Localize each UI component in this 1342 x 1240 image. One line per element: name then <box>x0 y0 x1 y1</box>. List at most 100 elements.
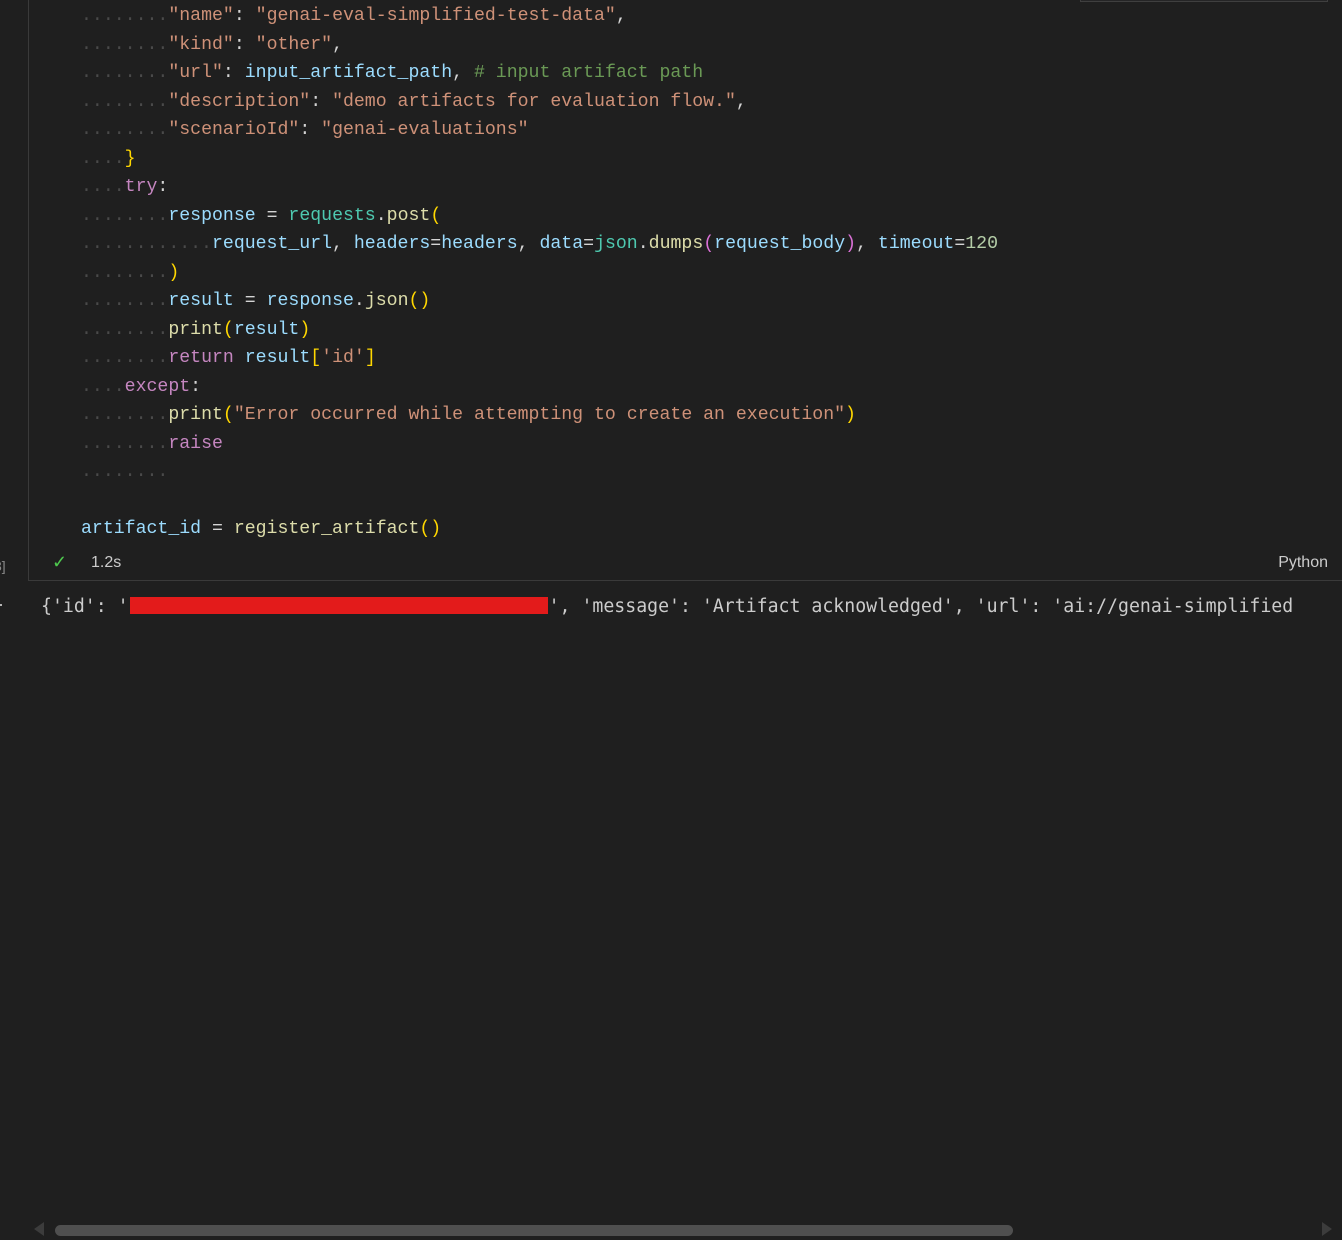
code-token: } <box>124 148 136 169</box>
code-token: , <box>517 234 540 254</box>
code-token: ) <box>168 262 180 283</box>
cell-output: · {'id': ' ', 'message': 'Artifact acknow… <box>0 582 1342 1236</box>
code-token: try <box>124 177 158 197</box>
code-token: except <box>124 376 191 397</box>
code-token: "other" <box>255 34 333 55</box>
code-token: : <box>299 120 322 140</box>
whitespace-marker: ........ <box>81 91 169 112</box>
code-token: timeout <box>877 234 955 254</box>
code-token: "description" <box>168 91 311 112</box>
code-token: ( <box>222 405 234 425</box>
code-token: = <box>583 234 595 254</box>
whitespace-marker: ........ <box>81 34 169 55</box>
whitespace-marker: ........ <box>81 120 169 140</box>
code-line: ........"name": "genai-eval-simplified-t… <box>81 2 998 31</box>
code-token: result <box>168 291 234 311</box>
code-line: ....try: <box>81 173 998 202</box>
find-widget-edge <box>1080 0 1328 2</box>
output-suffix: ', 'message': 'Artifact acknowledged', '… <box>548 596 1294 617</box>
code-token: "genai-eval-simplified-test-data" <box>255 6 616 26</box>
code-token: print <box>168 405 223 425</box>
code-token: request_body <box>714 234 846 254</box>
code-line: ........"url": input_artifact_path, # in… <box>81 59 998 88</box>
scroll-right-arrow-icon[interactable] <box>1322 1222 1332 1236</box>
code-token: , <box>332 34 343 55</box>
code-token: : <box>310 91 333 112</box>
code-token: 120 <box>965 234 998 254</box>
code-token: , <box>856 234 878 254</box>
whitespace-marker: ........ <box>81 262 169 283</box>
code-line: ............request_url, headers=headers… <box>81 230 998 259</box>
code-line: ....except: <box>81 373 998 402</box>
code-token: : <box>222 63 245 83</box>
code-token: raise <box>168 433 223 454</box>
code-token: ) <box>299 319 311 340</box>
code-line: ........"description": "demo artifacts f… <box>81 88 998 117</box>
code-token: "scenarioId" <box>168 120 300 140</box>
horizontal-scrollbar[interactable] <box>28 1220 1338 1240</box>
output-text: {'id': ' ', 'message': 'Artifact acknowle… <box>41 596 1293 617</box>
code-token: artifact_id <box>81 519 202 539</box>
code-token: data <box>539 234 584 254</box>
code-token: json <box>364 291 409 311</box>
whitespace-marker: ........ <box>81 205 169 226</box>
code-token: . <box>353 291 365 311</box>
scroll-left-arrow-icon[interactable] <box>34 1222 44 1236</box>
execution-time: 1.2s <box>91 554 122 571</box>
code-token: 'id' <box>321 348 365 368</box>
code-line: ........) <box>81 259 998 288</box>
code-token: return <box>168 348 234 368</box>
code-token: () <box>408 291 431 311</box>
cell-status-bar: ✓ 1.2s Python <box>28 549 1342 579</box>
code-token: dumps <box>648 234 704 254</box>
code-token: ) <box>845 234 857 254</box>
code-token: ] <box>364 348 376 368</box>
code-token: : <box>233 6 256 26</box>
whitespace-marker: ........ <box>81 462 169 482</box>
whitespace-marker: ........ <box>81 6 169 26</box>
code-token: result <box>233 319 300 340</box>
code-token: = <box>255 205 289 226</box>
code-editor[interactable]: ........"name": "genai-eval-simplified-t… <box>81 2 998 544</box>
code-token: requests <box>288 205 376 226</box>
code-line: ........"scenarioId": "genai-evaluations… <box>81 116 998 145</box>
code-token: ( <box>703 234 715 254</box>
whitespace-marker: .... <box>81 177 125 197</box>
code-token: "kind" <box>168 34 234 55</box>
whitespace-marker: ........ <box>81 405 169 425</box>
code-token: = <box>233 291 267 311</box>
code-line: ........return result['id'] <box>81 344 998 373</box>
code-token: request_url <box>211 234 333 254</box>
check-icon: ✓ <box>52 552 68 572</box>
code-line: ........raise <box>81 430 998 459</box>
execution-count-label: 3] <box>0 558 6 574</box>
code-token: = <box>954 234 966 254</box>
code-token: headers <box>353 234 431 254</box>
code-token: register_artifact <box>233 519 420 539</box>
code-line: ........print(result) <box>81 316 998 345</box>
code-token: : <box>233 34 256 55</box>
code-token: , <box>452 63 474 83</box>
whitespace-marker: .... <box>81 376 125 397</box>
code-token: "demo artifacts for evaluation flow." <box>332 91 736 112</box>
code-token: . <box>637 234 649 254</box>
code-token: = <box>430 234 442 254</box>
code-token: headers <box>441 234 518 254</box>
code-token: , <box>735 91 747 112</box>
code-line: ........"kind": "other", <box>81 31 998 60</box>
whitespace-marker: ........ <box>81 319 169 340</box>
code-token: # input artifact path <box>473 63 704 83</box>
code-token: () <box>419 519 442 539</box>
code-token: print <box>168 319 223 340</box>
code-token: "name" <box>168 6 234 26</box>
code-line: artifact_id = register_artifact() <box>81 515 998 544</box>
language-selector[interactable]: Python <box>1278 554 1328 572</box>
code-line: ........print("Error occurred while atte… <box>81 401 998 430</box>
code-token: response <box>168 205 256 226</box>
whitespace-marker: ........ <box>81 291 169 311</box>
code-token: "genai-evaluations" <box>321 120 529 140</box>
whitespace-marker: ............ <box>81 234 212 254</box>
scrollbar-thumb[interactable] <box>55 1225 1013 1236</box>
